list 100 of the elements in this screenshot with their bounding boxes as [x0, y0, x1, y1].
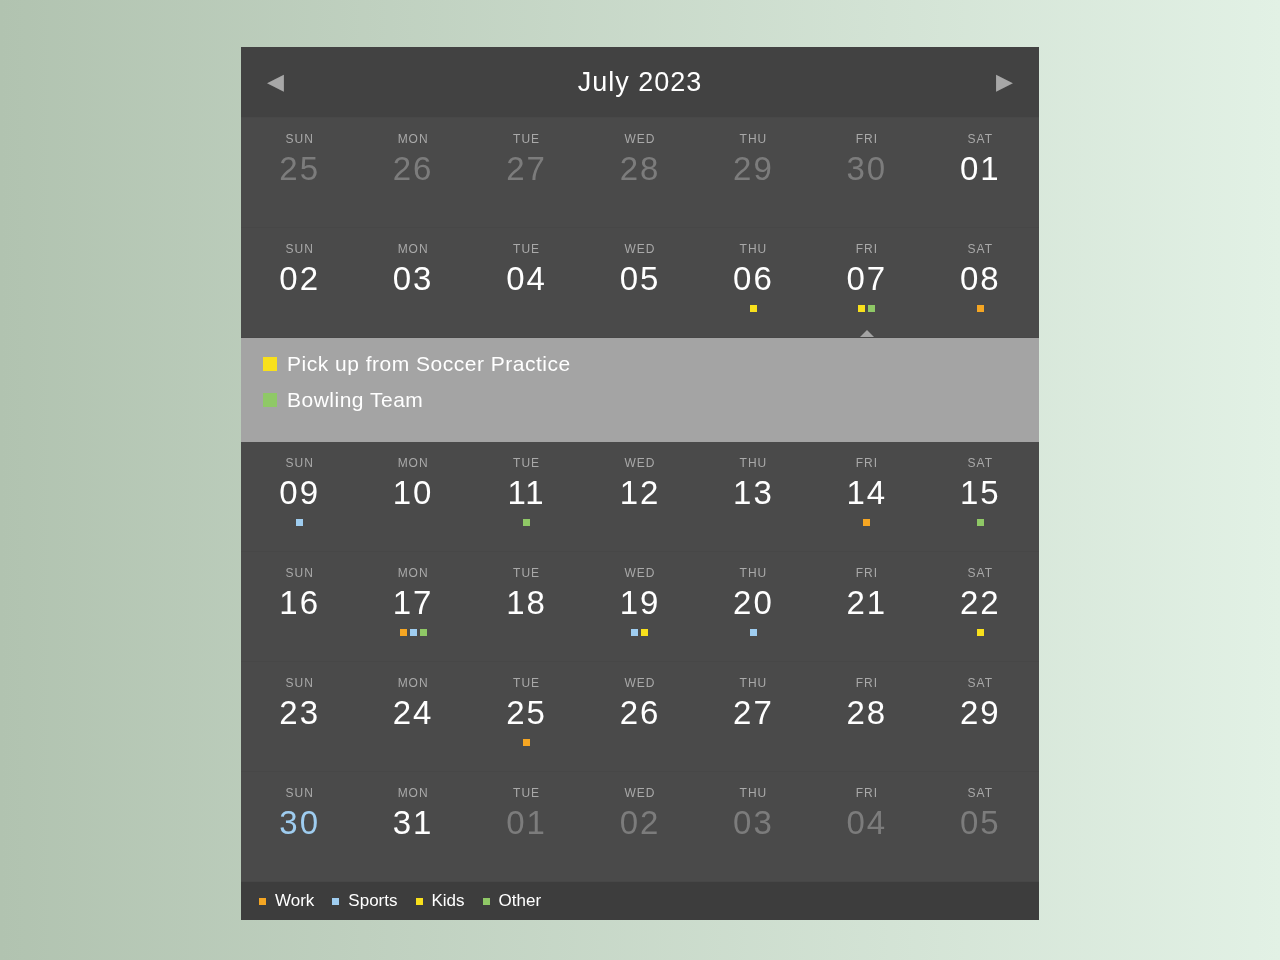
day-number: 24 — [392, 694, 434, 732]
day-number: 10 — [392, 474, 434, 512]
day-number: 20 — [733, 584, 774, 622]
day-cell[interactable]: SAT 08 — [923, 228, 1037, 337]
day-cell[interactable]: SUN 16 — [243, 552, 357, 661]
weekday-label: SUN — [285, 676, 314, 690]
weekday-label: TUE — [513, 786, 541, 800]
weekday-label: TUE — [513, 566, 541, 580]
weekday-label: MON — [397, 456, 429, 470]
day-cell[interactable]: WED 26 — [583, 662, 697, 771]
day-number: 11 — [507, 474, 546, 512]
day-cell[interactable]: MON 10 — [356, 442, 470, 551]
day-cell[interactable]: SUN 09 — [243, 442, 357, 551]
weekday-label: SUN — [285, 456, 314, 470]
day-number: 07 — [846, 260, 888, 298]
weekday-label: WED — [624, 566, 656, 580]
day-number: 18 — [506, 584, 547, 622]
day-number: 31 — [392, 804, 434, 842]
day-number: 06 — [733, 260, 774, 298]
weekday-label: WED — [624, 676, 656, 690]
day-cell[interactable]: THU 13 — [696, 442, 811, 551]
day-number: 17 — [392, 584, 434, 622]
day-cell[interactable]: TUE 25 — [469, 662, 584, 771]
day-cell[interactable]: TUE 04 — [469, 228, 584, 337]
day-cell[interactable]: SAT 22 — [923, 552, 1037, 661]
legend-label: Kids — [431, 891, 465, 911]
day-number: 15 — [959, 474, 1001, 512]
weekday-label: SUN — [285, 132, 314, 146]
weekday-label: FRI — [855, 566, 878, 580]
day-number: 19 — [619, 584, 661, 622]
day-number: 29 — [959, 694, 1001, 732]
day-number: 21 — [846, 584, 888, 622]
weekday-label: THU — [739, 242, 768, 256]
day-number: 12 — [619, 474, 661, 512]
weekday-label: TUE — [513, 676, 541, 690]
day-cell[interactable]: MON 24 — [356, 662, 470, 771]
next-month-button[interactable]: ▶ — [990, 65, 1019, 99]
day-cell[interactable]: MON 31 — [356, 772, 470, 881]
weekday-label: THU — [739, 456, 768, 470]
month-title: July 2023 — [577, 66, 703, 98]
weekday-label: FRI — [855, 132, 878, 146]
legend-label: Sports — [348, 891, 398, 911]
day-cell[interactable]: THU 27 — [696, 662, 811, 771]
weekday-label: MON — [397, 786, 429, 800]
day-cell[interactable]: SAT 01 — [923, 118, 1037, 227]
day-number: 30 — [279, 804, 321, 842]
weekday-label: SAT — [967, 242, 993, 256]
day-cell[interactable]: FRI 14 — [810, 442, 924, 551]
day-number: 04 — [506, 260, 547, 298]
weekday-label: SUN — [285, 566, 314, 580]
weekday-label: FRI — [855, 676, 878, 690]
weekday-label: THU — [739, 132, 768, 146]
day-cell[interactable]: WED 05 — [583, 228, 697, 337]
weekday-label: SAT — [967, 676, 993, 690]
day-cell[interactable]: FRI 28 — [810, 662, 924, 771]
legend-label: Other — [498, 891, 542, 911]
day-cell[interactable]: SUN 30 — [243, 772, 357, 881]
weekday-label: MON — [397, 242, 429, 256]
day-number: 01 — [959, 150, 1001, 188]
weekday-label: SAT — [967, 132, 993, 146]
legend-label: Work — [275, 891, 315, 911]
day-number: 14 — [846, 474, 888, 512]
day-cell[interactable]: MON 03 — [356, 228, 470, 337]
day-number: 09 — [279, 474, 321, 512]
weekday-label: TUE — [513, 242, 541, 256]
day-number: 23 — [279, 694, 321, 732]
day-cell[interactable]: SUN 02 — [243, 228, 357, 337]
day-cell[interactable]: TUE 11 — [469, 442, 584, 551]
previous-month-button[interactable]: ◀ — [261, 65, 290, 99]
weekday-label: FRI — [855, 786, 878, 800]
weekday-label: WED — [624, 132, 656, 146]
day-number: 02 — [279, 260, 321, 298]
day-number: 13 — [733, 474, 774, 512]
weekday-label: SAT — [967, 456, 993, 470]
weekday-label: THU — [739, 566, 768, 580]
weekday-label: SAT — [967, 786, 993, 800]
weekday-label: MON — [397, 566, 429, 580]
weekday-label: MON — [397, 676, 429, 690]
day-cell[interactable]: SUN 23 — [243, 662, 357, 771]
day-cell[interactable]: WED 12 — [583, 442, 697, 551]
day-number: 22 — [959, 584, 1001, 622]
day-number: 08 — [959, 260, 1001, 298]
day-cell[interactable]: THU 06 — [696, 228, 811, 337]
day-cell[interactable]: TUE 18 — [469, 552, 584, 661]
day-cell[interactable]: SAT 29 — [923, 662, 1037, 771]
day-cell[interactable]: MON 17 — [356, 552, 470, 661]
weekday-label: TUE — [513, 132, 541, 146]
weekday-label: WED — [624, 786, 656, 800]
weekday-label: FRI — [855, 456, 878, 470]
day-cell[interactable]: THU 20 — [696, 552, 811, 661]
weekday-label: FRI — [855, 242, 878, 256]
day-cell[interactable]: FRI 21 — [810, 552, 924, 661]
day-cell[interactable]: WED 19 — [583, 552, 697, 661]
weekday-label: WED — [624, 456, 656, 470]
day-cell[interactable]: SAT 15 — [923, 442, 1037, 551]
weekday-label: SAT — [967, 566, 993, 580]
weekday-label: TUE — [513, 456, 541, 470]
weekday-label: WED — [624, 242, 656, 256]
weekday-label: SUN — [285, 242, 314, 256]
day-number: 03 — [392, 260, 434, 298]
